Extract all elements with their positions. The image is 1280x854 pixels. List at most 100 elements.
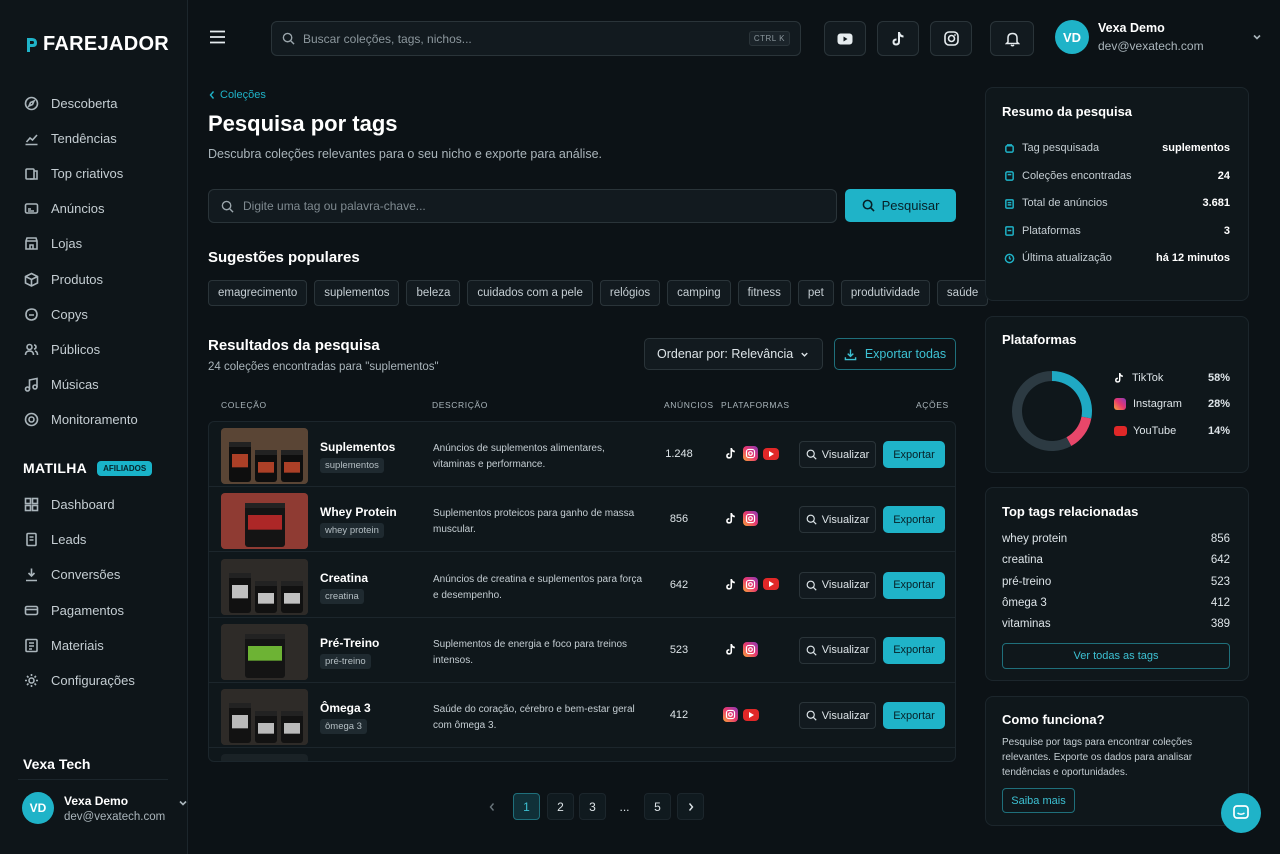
sort-label: Ordenar por: Relevância — [657, 347, 794, 361]
collection-name: Pré-Treino — [320, 635, 380, 650]
collection-thumbnail — [221, 558, 308, 615]
col-header-ads: ANÚNCIOS — [664, 400, 714, 410]
suggestion-chip[interactable]: emagrecimento — [208, 280, 308, 306]
suggestion-chip[interactable]: camping — [667, 280, 731, 306]
nav-label: Públicos — [51, 341, 101, 357]
view-button[interactable]: Visualizar — [799, 571, 876, 599]
suggestion-chip[interactable]: produtividade — [840, 280, 930, 306]
table-row[interactable]: Creatina creatina Anúncios de creatina e s… — [209, 553, 955, 618]
view-button[interactable]: Visualizar — [799, 702, 876, 730]
related-tag-row[interactable]: ômega 3 412 — [1002, 597, 1230, 609]
page-button[interactable]: 1 — [513, 793, 540, 820]
suggestion-chip[interactable]: pet — [797, 280, 834, 306]
suggestion-chip[interactable]: fitness — [737, 280, 791, 306]
view-all-tags-button[interactable]: Ver todas as tags — [1002, 643, 1230, 669]
table-row[interactable]: Ômega 3 ômega 3 Saúde do coração, cérebro … — [209, 683, 955, 749]
export-button[interactable]: Exportar — [883, 441, 945, 468]
instagram-button[interactable] — [930, 21, 972, 56]
related-tag-row[interactable]: pré-treino 523 — [1002, 576, 1230, 588]
view-button[interactable]: Visualizar — [799, 506, 876, 534]
view-button[interactable]: Visualizar — [799, 636, 876, 664]
nav-item-8[interactable]: Músicas — [24, 377, 99, 392]
nav-item-2[interactable]: Top criativos — [24, 166, 123, 181]
export-button[interactable]: Exportar — [883, 636, 945, 664]
export-button[interactable]: Exportar — [883, 506, 945, 534]
suggestion-chip[interactable]: cuidados com a pele — [467, 280, 593, 306]
collection-description: Suplementos proteicos para ganho de mass… — [433, 508, 635, 536]
suggestion-chip[interactable]: suplementos — [314, 280, 400, 306]
nav-item-7[interactable]: Públicos — [24, 342, 100, 357]
sort-select[interactable]: Ordenar por: Relevância — [644, 338, 823, 370]
sidebar: FAREJADOR Descoberta Tendências Top criati… — [0, 0, 188, 854]
col-header-actions: AÇÕES — [916, 400, 949, 410]
tiktok-button[interactable] — [877, 21, 919, 56]
prev-page-button[interactable] — [479, 793, 504, 820]
ads-count: 523 — [669, 643, 689, 656]
youtube-icon — [763, 578, 779, 591]
brand-logo[interactable]: FAREJADOR — [24, 33, 169, 56]
nav2-item-5[interactable]: Configurações — [24, 673, 135, 688]
nav2-item-1[interactable]: Leads — [24, 532, 86, 547]
instagram-icon — [743, 576, 758, 592]
nav2-item-3[interactable]: Pagamentos — [24, 603, 124, 618]
nav2-item-0[interactable]: Dashboard — [24, 497, 115, 512]
nav-item-9[interactable]: Monitoramento — [24, 412, 138, 427]
tag-search-input[interactable]: Digite uma tag ou palavra-chave... — [208, 189, 837, 223]
nav-item-4[interactable]: Lojas — [24, 236, 82, 251]
conversion-icon — [26, 568, 37, 582]
nav-item-0[interactable]: Descoberta — [24, 96, 117, 111]
related-tag: creatina — [1002, 554, 1043, 567]
chat-icon — [1233, 805, 1249, 819]
menu-icon[interactable] — [209, 30, 226, 44]
breadcrumb[interactable]: Coleções — [208, 89, 266, 101]
learn-more-button[interactable]: Saiba mais — [1002, 788, 1075, 813]
notifications-button[interactable] — [990, 21, 1034, 56]
next-page-button[interactable] — [677, 793, 704, 820]
top-user-menu[interactable]: VD Vexa Demo dev@vexatech.com — [1055, 20, 1263, 54]
summary-label: Plataformas — [1022, 224, 1081, 237]
sidebar-user-menu[interactable]: VD Vexa Demo dev@vexatech.com — [22, 792, 189, 824]
legend-row-tiktok: TikTok 58% — [1114, 372, 1230, 384]
chat-button[interactable] — [1221, 793, 1261, 833]
page-button[interactable]: 3 — [579, 793, 606, 820]
global-search[interactable]: Buscar coleções, tags, nichos... CTRL K — [271, 21, 801, 56]
table-row[interactable]: Pré-Treino pré-treino Suplementos de energ… — [209, 618, 955, 683]
related-tag-row[interactable]: whey protein 856 — [1002, 533, 1230, 545]
related-tag-row[interactable]: vitaminas 389 — [1002, 618, 1230, 630]
export-button[interactable]: Exportar — [883, 702, 945, 730]
view-button[interactable]: Visualizar — [799, 441, 876, 468]
collection-name: Whey Protein — [320, 505, 397, 520]
suggestion-chip[interactable]: relógios — [599, 280, 661, 306]
search-button[interactable]: Pesquisar — [845, 189, 956, 222]
page-button[interactable]: 2 — [547, 793, 574, 820]
legend-row-instagram: Instagram 28% — [1114, 398, 1230, 411]
related-tag-row[interactable]: creatina 642 — [1002, 554, 1230, 566]
export-button[interactable]: Exportar — [883, 571, 945, 599]
tag-search-placeholder: Digite uma tag ou palavra-chave... — [243, 199, 426, 213]
related-count: 389 — [1210, 618, 1230, 631]
collection-name: Suplementos — [320, 440, 396, 454]
export-all-button[interactable]: Exportar todas — [834, 338, 956, 370]
nav-item-6[interactable]: Copys — [24, 307, 88, 322]
nav2-item-2[interactable]: Conversões — [24, 567, 120, 582]
table-row[interactable]: Suplementos suplementos Anúncios de suplem… — [209, 422, 955, 487]
suggestion-chip[interactable]: beleza — [406, 280, 461, 306]
legend-value: 14% — [1207, 424, 1230, 437]
collection-description: Anúncios de suplementos alimentares, vit… — [433, 443, 605, 470]
related-count: 856 — [1210, 533, 1230, 545]
tiktok-icon — [892, 31, 904, 45]
suggestion-chip[interactable]: saúde — [936, 280, 989, 306]
results-title: Resultados da pesquisa — [208, 337, 380, 354]
nav-item-3[interactable]: Anúncios — [24, 201, 104, 216]
user-email: dev@vexatech.com — [64, 810, 166, 823]
youtube-button[interactable] — [824, 21, 866, 56]
nav-item-1[interactable]: Tendências — [24, 131, 117, 146]
brand-name: FAREJADOR — [43, 33, 170, 55]
nav-item-5[interactable]: Produtos — [24, 272, 103, 287]
collection-description: Suplementos de energia e foco para trein… — [433, 638, 628, 666]
summary-label: Última atualização — [1022, 252, 1112, 264]
nav2-item-4[interactable]: Materiais — [24, 638, 104, 653]
table-row[interactable]: Whey Protein whey protein Suplementos prot… — [209, 487, 955, 553]
page-button[interactable]: 5 — [644, 793, 671, 820]
related-tag: whey protein — [1002, 533, 1068, 545]
